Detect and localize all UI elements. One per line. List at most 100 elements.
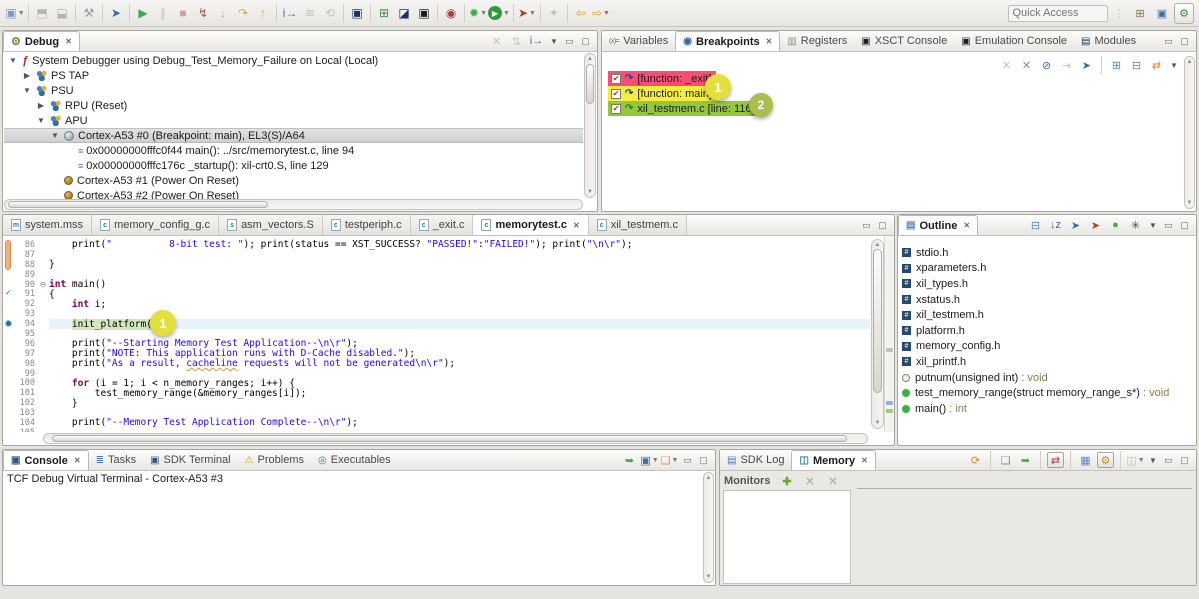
outline-item[interactable]: #xil_printf.h [902, 354, 1194, 370]
maximize-button[interactable]: ▢ [579, 36, 592, 47]
remove-all-icon[interactable]: ✕ [1018, 57, 1035, 73]
open-perspective-button[interactable]: ⊞ [1131, 3, 1150, 24]
scroll-up-icon[interactable]: ▲ [704, 475, 713, 481]
cpp-perspective-button[interactable]: ▣ [1152, 3, 1172, 24]
hide-fields-icon[interactable]: ➤ [1067, 217, 1084, 233]
minimize-button[interactable]: ▭ [860, 220, 873, 231]
outline-item[interactable]: #xil_types.h [902, 276, 1194, 292]
breakpoint-checkbox[interactable]: ✔ [611, 89, 621, 99]
terminal-view-icon[interactable]: ▣ [347, 3, 367, 24]
collapse-icon[interactable]: ▼ [36, 116, 46, 125]
code-editor[interactable]: 86 print(" 8-bit test: "); print(status … [3, 236, 870, 432]
select-pointer-icon[interactable]: ➤ [106, 3, 126, 24]
editor-tab-memorytest-c[interactable]: cmemorytest.c✕ [473, 215, 588, 235]
debug-tree-item[interactable]: ▶RPU (Reset) [4, 98, 583, 113]
skip-all-breakpoints-icon[interactable]: ⊘ [1038, 57, 1055, 73]
quick-access-input[interactable] [1008, 5, 1108, 22]
back-icon[interactable]: ⇦ [571, 3, 591, 24]
hide-non-public-icon[interactable]: ● [1107, 217, 1124, 233]
editor-tab-system-mss[interactable]: msystem.mss [3, 215, 92, 235]
outline-item[interactable]: #memory_config.h [902, 339, 1194, 355]
debug-tree-item[interactable]: ▼PSU [4, 83, 583, 98]
scroll-down-icon[interactable]: ▼ [704, 574, 713, 580]
minimize-button[interactable]: ▭ [1162, 220, 1175, 231]
monitors-list[interactable] [723, 490, 851, 584]
maximize-button[interactable]: ▢ [1178, 455, 1191, 466]
link-with-debug-icon[interactable]: ➤ [1078, 57, 1095, 73]
minimize-button[interactable]: ▭ [563, 36, 576, 47]
instruction-stepping-icon[interactable]: i→ [280, 3, 300, 24]
close-icon[interactable]: ✕ [861, 456, 868, 465]
outline-item[interactable]: putnum(unsigned int) : void [902, 370, 1194, 386]
outline-item[interactable]: #xil_testmem.h [902, 307, 1194, 323]
resume-icon[interactable]: ▶ [133, 3, 153, 24]
rendering-preferences-icon[interactable]: ⚙ [1097, 452, 1114, 468]
instruction-stepping-mode-icon[interactable]: i→ [528, 33, 545, 49]
close-icon[interactable]: ✕ [963, 221, 970, 230]
expand-icon[interactable]: ▶ [36, 101, 46, 110]
collapse-icon[interactable]: ▼ [50, 131, 60, 140]
refresh-icon[interactable]: ⟳ [967, 452, 984, 468]
close-icon[interactable]: ✕ [766, 37, 773, 46]
dropdown-arrow-icon[interactable]: ▼ [18, 10, 25, 17]
debug-vertical-scrollbar[interactable]: ▲ ▼ [584, 53, 596, 198]
breakpoint-checkbox[interactable]: ✔ [611, 74, 621, 84]
outline-item[interactable]: test_memory_range(struct memory_range_s*… [902, 385, 1194, 401]
fold-collapse-icon[interactable]: ⊖ [37, 280, 49, 289]
scroll-up-icon[interactable]: ▲ [1185, 59, 1194, 65]
scrollbar-thumb[interactable] [586, 64, 594, 104]
tab-tasks[interactable]: ≣Tasks [89, 450, 144, 470]
tab-registers[interactable]: ▥Registers [780, 31, 854, 51]
scroll-down-icon[interactable]: ▼ [872, 420, 883, 426]
table-rendering-icon[interactable]: ▦ [1077, 452, 1094, 468]
tab-breakpoints[interactable]: ◉Breakpoints✕ [675, 31, 780, 51]
switch-layout-icon[interactable]: ⇄ [1047, 452, 1064, 468]
tab-executables[interactable]: ◎Executables [311, 450, 398, 470]
scroll-up-icon[interactable]: ▲ [585, 56, 595, 62]
breakpoints-vertical-scrollbar[interactable]: ▲ ▼ [1184, 56, 1195, 209]
disconnect-icon[interactable]: ↯ [193, 3, 213, 24]
debug-tree-item[interactable]: ▼APU [4, 113, 583, 128]
build-icon[interactable]: ⚒ [79, 3, 99, 24]
sdk-shell-icon[interactable]: ▣ [414, 3, 434, 24]
tab-sdk-terminal[interactable]: ▣SDK Terminal [143, 450, 238, 470]
editor-tab-xil-testmem-c[interactable]: cxil_testmem.c [589, 215, 687, 235]
console-content[interactable]: TCF Debug Virtual Terminal - Cortex-A53 … [4, 471, 702, 584]
tab-xsct-console[interactable]: ▣XSCT Console [854, 31, 954, 51]
view-menu-icon[interactable]: ▼ [1147, 456, 1159, 465]
editor-tab--exit-c[interactable]: c_exit.c [411, 215, 474, 235]
debug-tree-item[interactable]: ▼Cortex-A53 #0 (Breakpoint: main), EL3(S… [4, 128, 583, 143]
dropdown-arrow-icon[interactable]: ▼ [480, 10, 487, 17]
breakpoint-item[interactable]: ✔↷[function: _exit] [608, 71, 716, 86]
new-tab-icon[interactable]: ❏ [997, 452, 1014, 468]
step-return-icon[interactable]: ↑ [253, 3, 273, 24]
debug-tree-item[interactable]: Cortex-A53 #2 (Power On Reset) [4, 188, 583, 199]
tab-problems[interactable]: ⚠Problems [238, 450, 311, 470]
outline-item[interactable]: #stdio.h [902, 245, 1194, 261]
open-console-icon[interactable]: ❏▼ [661, 452, 678, 468]
tab-emulation-console[interactable]: ▣Emulation Console [954, 31, 1074, 51]
new-wizard-icon[interactable]: ▣▼ [5, 3, 25, 24]
pin-console-icon[interactable]: ➥ [621, 452, 638, 468]
dropdown-arrow-icon[interactable]: ▼ [603, 10, 610, 17]
close-icon[interactable]: ✕ [65, 37, 72, 46]
dropdown-arrow-icon[interactable]: ▼ [529, 10, 536, 17]
profile-icon[interactable]: ⊞ [374, 3, 394, 24]
editor-tab-testperiph-c[interactable]: ctestperiph.c [323, 215, 411, 235]
breakpoint-item[interactable]: ✔↷[function: main] [608, 86, 717, 101]
maximize-button[interactable]: ▢ [1178, 36, 1191, 47]
tab-variables[interactable]: (x)=Variables [602, 31, 675, 51]
run-icon[interactable]: ▶▼ [488, 3, 510, 24]
pin-memory-icon[interactable]: ➥ [1017, 452, 1034, 468]
expand-all-icon[interactable]: ⊞ [1108, 57, 1125, 73]
scroll-down-icon[interactable]: ▼ [1185, 200, 1194, 206]
close-icon[interactable]: ✕ [74, 456, 81, 465]
debug-icon[interactable]: ✹▼ [468, 3, 488, 24]
step-into-icon[interactable]: ↓ [213, 3, 233, 24]
maximize-button[interactable]: ▢ [1178, 220, 1191, 231]
scroll-up-icon[interactable]: ▲ [872, 242, 883, 248]
outline-item[interactable]: main() : int [902, 401, 1194, 417]
dropdown-arrow-icon[interactable]: ▼ [503, 10, 510, 17]
close-icon[interactable]: ✕ [573, 221, 580, 230]
collapse-icon[interactable]: ▼ [22, 86, 32, 95]
